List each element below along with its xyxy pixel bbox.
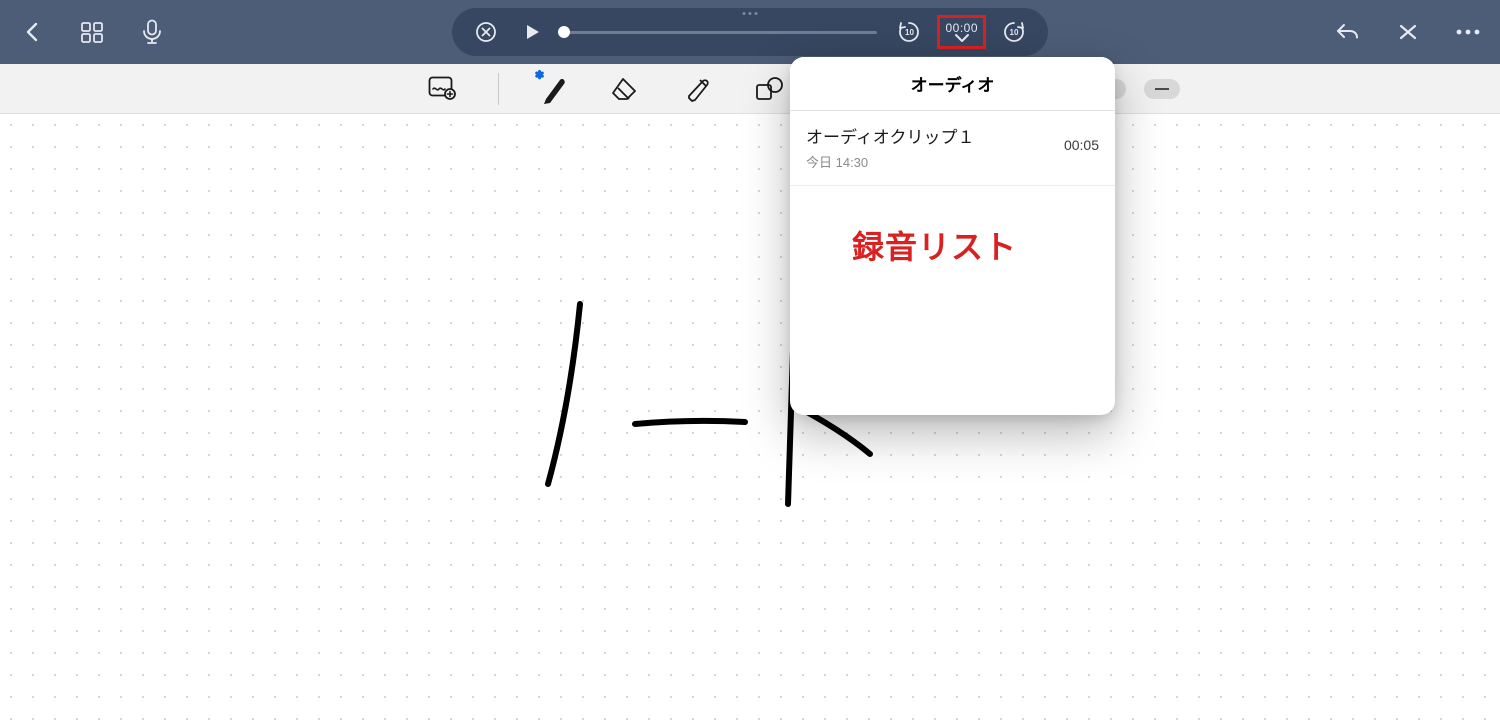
- play-button[interactable]: [518, 18, 546, 46]
- forward-seconds-label: 10: [1010, 28, 1019, 37]
- more-button[interactable]: [1454, 18, 1482, 46]
- microphone-button[interactable]: [138, 18, 166, 46]
- toolbar-collapse-button-2[interactable]: [1144, 79, 1180, 99]
- zoom-draw-tool[interactable]: [426, 72, 460, 106]
- audio-clip-row[interactable]: オーディオクリップ１ 今日 14:30 00:05: [790, 111, 1115, 186]
- top-nav-bar: 10 00:00 10: [0, 0, 1500, 64]
- grid-view-button[interactable]: [78, 18, 106, 46]
- toolbar-separator: [498, 73, 499, 105]
- forward-10-button[interactable]: 10: [1000, 18, 1028, 46]
- shapes-tool[interactable]: [753, 72, 787, 106]
- chevron-down-icon: [954, 33, 970, 43]
- clip-duration: 00:05: [1064, 137, 1099, 153]
- clip-timestamp: 今日 14:30: [806, 152, 974, 171]
- time-dropdown-button[interactable]: 00:00: [941, 19, 982, 45]
- popup-title: オーディオ: [790, 57, 1115, 111]
- undo-button[interactable]: [1334, 18, 1362, 46]
- clip-title: オーディオクリップ１: [806, 123, 974, 148]
- drawing-toolbar: ✽: [0, 64, 1500, 114]
- annotation-label: 録音リスト: [852, 222, 1017, 268]
- audio-player-pill: 10 00:00 10: [452, 8, 1048, 56]
- bluetooth-badge-icon: ✽: [535, 68, 545, 82]
- close-x-button[interactable]: [1394, 18, 1422, 46]
- playback-slider[interactable]: [564, 31, 877, 34]
- highlighter-tool[interactable]: [681, 72, 715, 106]
- slider-thumb-icon[interactable]: [558, 26, 570, 38]
- note-canvas[interactable]: [0, 114, 1500, 720]
- rewind-10-button[interactable]: 10: [895, 18, 923, 46]
- pill-grabber-icon[interactable]: [743, 12, 758, 15]
- close-player-button[interactable]: [472, 18, 500, 46]
- eraser-tool[interactable]: [609, 72, 643, 106]
- back-button[interactable]: [18, 18, 46, 46]
- pen-tool[interactable]: ✽: [537, 72, 571, 106]
- rewind-seconds-label: 10: [905, 28, 914, 37]
